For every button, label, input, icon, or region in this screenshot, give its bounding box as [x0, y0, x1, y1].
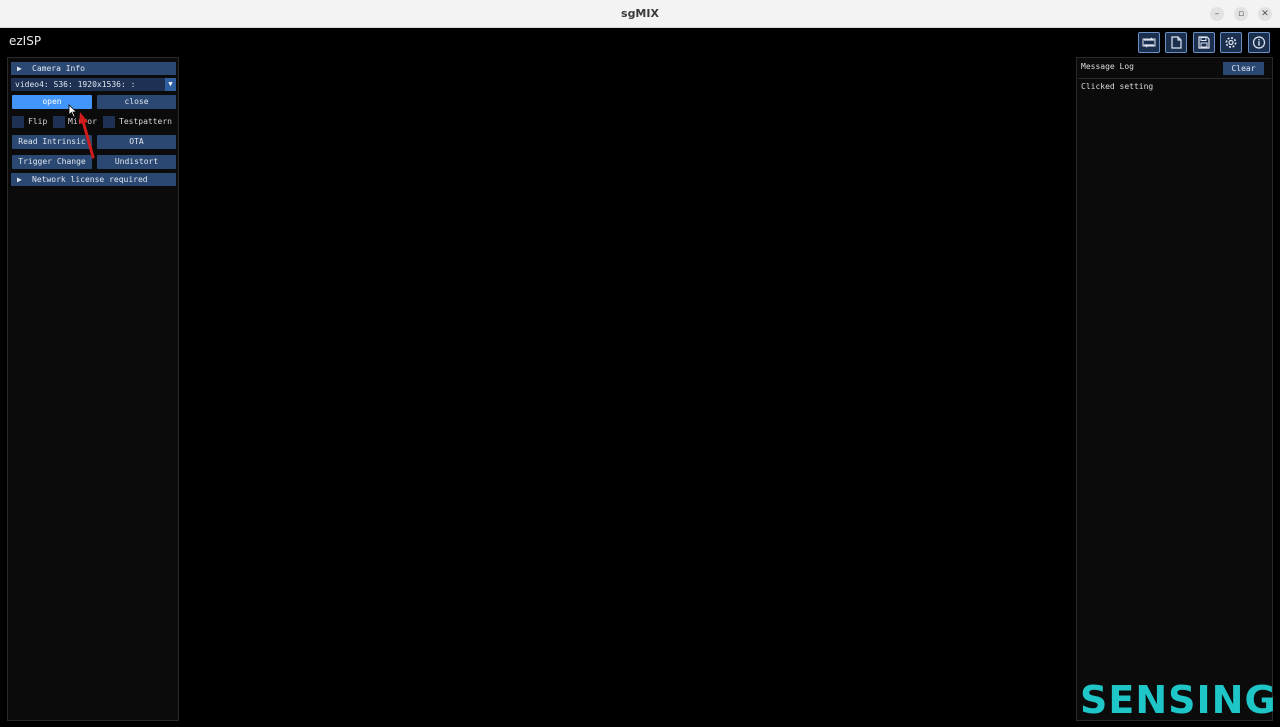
testpattern-label: Testpattern [119, 117, 172, 126]
info-icon [1252, 36, 1266, 49]
camera-select[interactable]: video4: S36: 1920x1536: : ▼ [11, 78, 176, 91]
switch-camera-icon [1142, 37, 1156, 48]
ota-button[interactable]: OTA [97, 135, 176, 149]
flip-label: Flip [28, 117, 48, 126]
expand-triangle-icon: ▶ [17, 64, 22, 73]
close-window-button[interactable]: ✕ [1258, 7, 1272, 21]
settings-button[interactable] [1220, 32, 1242, 53]
message-log-panel: Message Log Clear Clicked setting [1076, 57, 1273, 721]
dropdown-arrow-icon[interactable]: ▼ [165, 78, 176, 91]
gear-icon [1225, 37, 1237, 48]
window-title: sgMIX [621, 7, 659, 20]
network-license-header[interactable]: ▶ Network license required [11, 173, 176, 186]
save-button[interactable] [1193, 32, 1215, 53]
window-titlebar: sgMIX – ▫ ✕ [0, 0, 1280, 28]
network-license-label: Network license required [32, 175, 148, 184]
sensing-logo: SENSING [1080, 678, 1277, 722]
app-header: ezISP [0, 28, 1280, 56]
minimize-button[interactable]: – [1210, 7, 1224, 21]
camera-select-value: video4: S36: 1920x1536: : [15, 80, 136, 89]
message-log-title: Message Log [1081, 62, 1134, 71]
folder-icon [1171, 36, 1182, 49]
maximize-button[interactable]: ▫ [1234, 7, 1248, 21]
expand-triangle-icon: ▶ [17, 175, 22, 184]
undistort-button[interactable]: Undistort [97, 155, 176, 169]
testpattern-checkbox[interactable] [103, 116, 115, 128]
pointer-cursor-icon [68, 104, 95, 159]
info-button[interactable] [1248, 32, 1270, 53]
save-icon [1198, 36, 1210, 49]
mirror-checkbox[interactable] [53, 116, 65, 128]
camera-info-label: Camera Info [32, 64, 85, 73]
camera-info-header[interactable]: ▶ Camera Info [11, 62, 176, 75]
open-file-button[interactable] [1165, 32, 1187, 53]
app-title: ezISP [9, 34, 42, 48]
log-divider [1078, 78, 1271, 79]
close-camera-button[interactable]: close [97, 95, 176, 109]
log-entry: Clicked setting [1081, 82, 1154, 91]
switch-camera-button[interactable] [1138, 32, 1160, 53]
camera-preview-area[interactable] [185, 57, 1072, 721]
flip-checkbox[interactable] [12, 116, 24, 128]
clear-log-button[interactable]: Clear [1223, 62, 1264, 75]
